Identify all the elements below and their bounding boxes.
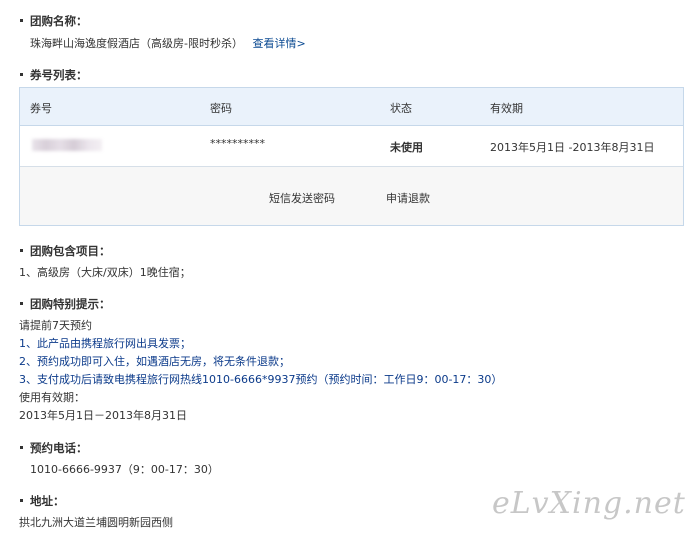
tip-validity-label: 使用有效期： bbox=[19, 391, 85, 404]
tips-heading: 团购特别提示： bbox=[20, 296, 111, 312]
column-header-code: 券号 bbox=[30, 102, 52, 115]
voucher-table-header: 券号 密码 状态 有效期 bbox=[20, 88, 683, 126]
voucher-status: 未使用 bbox=[390, 141, 423, 154]
voucher-code-blurred bbox=[32, 139, 102, 151]
deal-name-heading: 团购名称： bbox=[20, 13, 88, 29]
address-value: 拱北九洲大道兰埔圆明新园西侧 bbox=[19, 516, 173, 529]
tip-invoice: 1、此产品由携程旅行网出具发票； bbox=[19, 337, 191, 350]
voucher-list-heading-text: 券号列表： bbox=[30, 68, 88, 82]
tip-advance-booking: 请提前7天预约 bbox=[19, 319, 92, 332]
sms-password-link[interactable]: 短信发送密码 bbox=[269, 190, 335, 206]
package-heading-text: 团购包含项目： bbox=[30, 244, 111, 258]
tips-heading-text: 团购特别提示： bbox=[30, 297, 111, 311]
refund-link[interactable]: 申请退款 bbox=[386, 190, 430, 206]
watermark-logo: eLvXing.net bbox=[492, 486, 686, 521]
voucher-password: ********** bbox=[210, 137, 265, 150]
package-heading: 团购包含项目： bbox=[20, 243, 111, 259]
address-heading-text: 地址： bbox=[30, 494, 65, 508]
deal-name-row: 珠海畔山海逸度假酒店（高级房-限时秒杀） 查看详情> bbox=[30, 35, 306, 51]
booking-phone-heading: 预约电话： bbox=[20, 440, 88, 456]
table-row: ********** 未使用 2013年5月1日 -2013年8月31日 bbox=[20, 126, 683, 167]
tip-hotline: 3、支付成功后请致电携程旅行网热线1010-6666*9937预约（预约时间：工… bbox=[19, 373, 503, 386]
booking-phone-heading-text: 预约电话： bbox=[30, 441, 88, 455]
address-heading: 地址： bbox=[20, 493, 65, 509]
voucher-table: 券号 密码 状态 有效期 ********** 未使用 2013年5月1日 -2… bbox=[19, 87, 684, 226]
bullet-icon bbox=[20, 302, 23, 305]
deal-name-heading-text: 团购名称： bbox=[30, 14, 88, 28]
view-details-link[interactable]: 查看详情> bbox=[252, 37, 305, 50]
column-header-status: 状态 bbox=[390, 102, 412, 115]
column-header-validity: 有效期 bbox=[490, 102, 523, 115]
bullet-icon bbox=[20, 73, 23, 76]
tip-validity-value: 2013年5月1日－2013年8月31日 bbox=[19, 409, 187, 422]
voucher-validity: 2013年5月1日 -2013年8月31日 bbox=[490, 141, 655, 154]
booking-phone-value: 1010-6666-9937（9：00-17：30） bbox=[30, 463, 219, 476]
column-header-password: 密码 bbox=[210, 102, 232, 115]
package-item: 1、高级房（大床/双床）1晚住宿； bbox=[19, 266, 191, 279]
tip-refund: 2、预约成功即可入住，如遇酒店无房，将无条件退款； bbox=[19, 355, 290, 368]
bullet-icon bbox=[20, 19, 23, 22]
bullet-icon bbox=[20, 249, 23, 252]
bullet-icon bbox=[20, 499, 23, 502]
deal-name-value: 珠海畔山海逸度假酒店（高级房-限时秒杀） bbox=[30, 37, 243, 50]
voucher-actions: 短信发送密码 申请退款 bbox=[20, 167, 683, 225]
bullet-icon bbox=[20, 446, 23, 449]
voucher-list-heading: 券号列表： bbox=[20, 67, 88, 83]
